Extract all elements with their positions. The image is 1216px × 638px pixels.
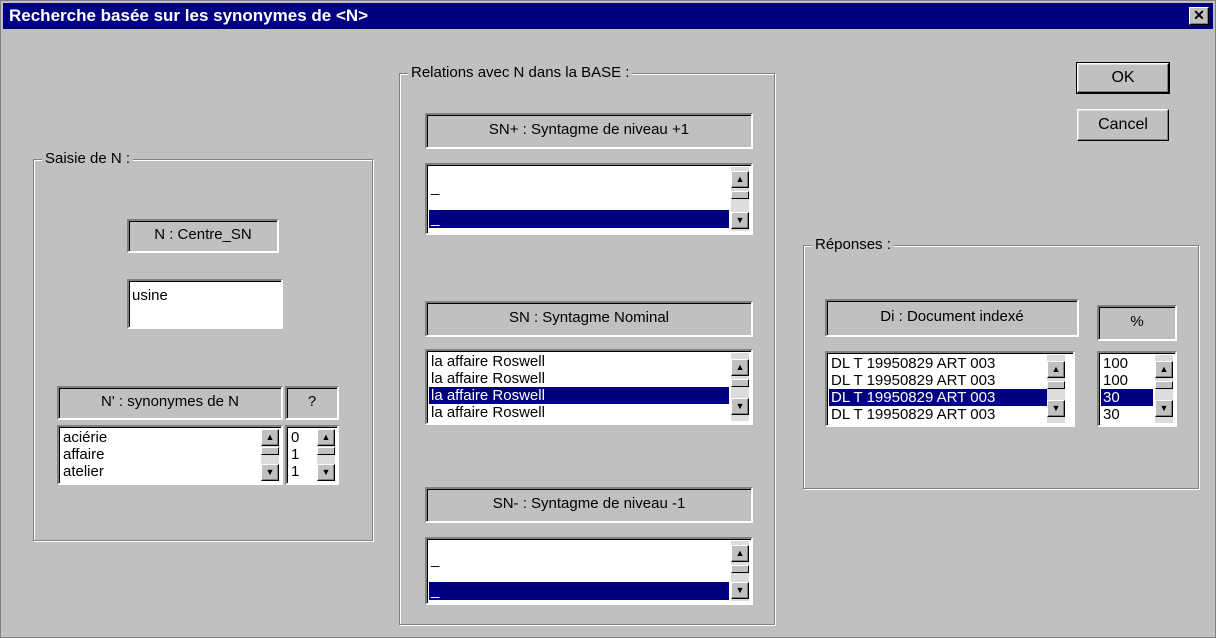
snminus-scrollbar[interactable]: ▲ ▼ [731,541,749,601]
scroll-up-icon[interactable]: ▲ [731,171,749,188]
snplus-scrollbar[interactable]: ▲ ▼ [731,167,749,231]
snminus-header-label: SN- : Syntagme de niveau -1 [492,495,686,512]
scroll-up-icon[interactable]: ▲ [1155,361,1173,378]
synonyms-header-label: N' : synonymes de N [101,393,239,410]
list-item[interactable]: la affaire Roswell [429,353,729,370]
question-header: ? [285,386,339,420]
snplus-header-label: SN+ : Syntagme de niveau +1 [488,121,690,138]
synonyms-scrollbar[interactable]: ▲ ▼ [261,429,279,481]
saisie-legend: Saisie de N : [42,150,134,168]
list-item[interactable]: affaire [61,446,259,463]
list-item[interactable]: _ [429,551,729,568]
scroll-down-icon[interactable]: ▼ [1155,400,1173,417]
list-item[interactable]: _ [429,196,729,213]
scroll-thumb[interactable] [731,565,749,573]
scores-list[interactable]: 0 1 1 ▲ ▼ [285,425,339,485]
list-item-selected[interactable]: 30 [1101,389,1153,406]
list-item[interactable]: la affaire Roswell [429,404,729,421]
scroll-down-icon[interactable]: ▼ [261,464,279,481]
scroll-down-icon[interactable]: ▼ [1047,400,1065,417]
documents-scrollbar[interactable]: ▲ ▼ [1047,355,1065,423]
snplus-header: SN+ : Syntagme de niveau +1 [425,113,753,149]
window-title: Recherche basée sur les synonymes de <N> [9,6,369,25]
sn-header: SN : Syntagme Nominal [425,301,753,337]
scroll-down-icon[interactable]: ▼ [317,464,335,481]
scroll-up-icon[interactable]: ▲ [731,359,749,376]
reponses-legend: Réponses : [812,236,894,254]
list-item[interactable]: _ [429,568,729,585]
sn-list[interactable]: la affaire Roswell la affaire Roswell la… [425,349,753,425]
list-item-selected[interactable]: DL T 19950829 ART 003 [829,389,1051,406]
list-item-selected[interactable]: la affaire Roswell [429,387,729,404]
list-item[interactable]: 1 [289,446,315,463]
close-button[interactable]: ✕ [1189,7,1209,25]
percent-header: % [1097,305,1177,341]
scroll-thumb[interactable] [1047,381,1065,389]
relations-legend: Relations avec N dans la BASE : [408,64,633,82]
close-icon: ✕ [1193,7,1205,23]
list-item[interactable]: aciérie [61,429,259,446]
scroll-thumb[interactable] [1155,381,1173,389]
scroll-down-icon[interactable]: ▼ [731,582,749,599]
synonyms-header: N' : synonymes de N [57,386,283,420]
scroll-down-icon[interactable]: ▼ [731,212,749,229]
scroll-up-icon[interactable]: ▲ [1047,361,1065,378]
snminus-list[interactable]: _ _ _ ▲ ▼ [425,537,753,605]
n-input[interactable]: usine [127,279,283,329]
list-item[interactable]: 100 [1101,355,1153,372]
list-item[interactable]: atelier [61,463,259,480]
snplus-list[interactable]: _ _ _ ▲ ▼ [425,163,753,235]
documents-list[interactable]: DL T 19950829 ART 003 DL T 19950829 ART … [825,351,1075,427]
scroll-thumb[interactable] [731,191,749,199]
snminus-header: SN- : Syntagme de niveau -1 [425,487,753,523]
dialog-window: Recherche basée sur les synonymes de <N>… [0,0,1216,638]
list-item[interactable]: la affaire Roswell [429,370,729,387]
scroll-up-icon[interactable]: ▲ [317,429,335,446]
documents-header-label: Di : Document indexé [880,308,1024,325]
sn-header-label: SN : Syntagme Nominal [508,309,670,326]
list-item[interactable]: 0 [289,429,315,446]
sn-scrollbar[interactable]: ▲ ▼ [731,353,749,421]
scroll-thumb[interactable] [731,379,749,387]
scroll-thumb[interactable] [317,447,335,455]
scroll-up-icon[interactable]: ▲ [731,545,749,562]
list-item[interactable]: DL T 19950829 ART 003 [829,372,1051,389]
ok-button[interactable]: OK [1076,62,1170,94]
scroll-up-icon[interactable]: ▲ [261,429,279,446]
n-header: N : Centre_SN [127,219,279,253]
documents-header: Di : Document indexé [825,299,1079,337]
percent-list[interactable]: 100 100 30 30 ▲ ▼ [1097,351,1177,427]
synonyms-list[interactable]: aciérie affaire atelier ▲ ▼ [57,425,283,485]
list-item-selected[interactable]: _ [429,210,729,228]
list-item[interactable]: DL T 19950829 ART 003 [829,406,1051,423]
title-bar[interactable]: Recherche basée sur les synonymes de <N>… [3,3,1213,29]
list-item[interactable]: 100 [1101,372,1153,389]
n-input-value: usine [132,287,168,304]
list-item-selected[interactable]: _ [429,582,729,600]
list-item[interactable]: 30 [1101,406,1153,423]
list-item[interactable]: DL T 19950829 ART 003 [829,355,1051,372]
cancel-button[interactable]: Cancel [1077,109,1169,141]
percent-scrollbar[interactable]: ▲ ▼ [1155,355,1173,423]
scroll-down-icon[interactable]: ▼ [731,398,749,415]
scores-scrollbar[interactable]: ▲ ▼ [317,429,335,481]
list-item[interactable]: 1 [289,463,315,480]
percent-header-label: % [1130,313,1144,330]
n-header-label: N : Centre_SN [154,226,252,243]
scroll-thumb[interactable] [261,447,279,455]
list-item[interactable]: _ [429,179,729,196]
question-header-label: ? [307,393,317,410]
